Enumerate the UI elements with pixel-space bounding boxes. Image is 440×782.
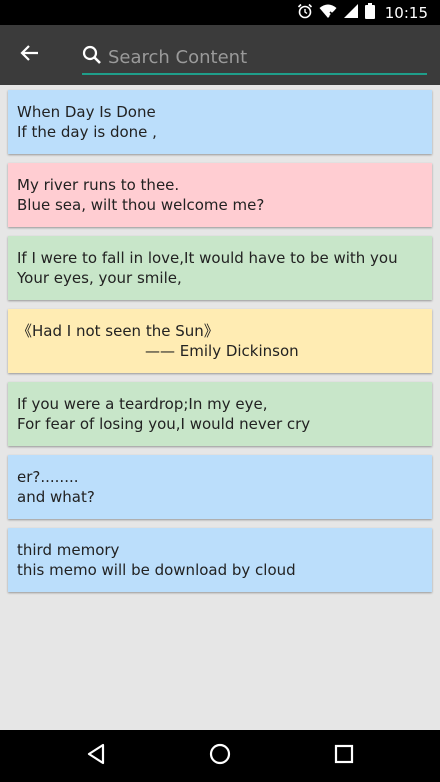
memo-title: If I were to fall in love,It would have … [17,249,398,267]
status-icons: 10:15 [297,0,428,25]
memo-preview: —— Emily Dickinson [145,342,299,360]
memo-card[interactable]: If I were to fall in love,It would have … [8,236,432,300]
battery-icon [364,2,375,23]
alarm-icon [297,3,313,23]
signal-icon [343,3,359,23]
memo-title: er?........ [17,468,79,486]
memo-title: 《Had I not seen the Sun》 [17,322,219,340]
home-circle-icon [209,743,231,769]
memo-title: third memory [17,541,120,559]
memo-title: My river runs to thee. [17,176,180,194]
arrow-left-icon [20,43,40,67]
memo-preview: Your eyes, your smile, [17,269,182,287]
back-triangle-icon [86,743,106,769]
memo-card[interactable]: When Day Is Done If the day is done , [8,90,432,154]
navigation-bar [0,730,440,782]
memo-preview: Blue sea, wilt thou welcome me? [17,196,265,214]
recents-square-icon [334,744,354,768]
memo-preview: For fear of losing you,I would never cry [17,415,311,433]
status-time: 10:15 [384,3,428,22]
search-bar [82,41,427,75]
memo-list: When Day Is Done If the day is done , My… [8,90,432,601]
memo-card[interactable]: If you were a teardrop;In my eye, For fe… [8,382,432,446]
wifi-icon [319,3,337,23]
nav-recents-button[interactable] [328,740,360,772]
memo-card[interactable]: er?........ and what? [8,455,432,519]
memo-preview: and what? [17,488,95,506]
memo-preview: If the day is done , [17,123,157,141]
app-bar [0,25,440,85]
memo-preview: this memo will be download by cloud [17,561,296,579]
nav-back-button[interactable] [80,740,112,772]
status-bar: 10:15 [0,0,440,25]
memo-card[interactable]: 《Had I not seen the Sun》 —— Emily Dickin… [8,309,432,373]
search-icon [82,45,102,69]
search-input[interactable] [106,41,425,73]
memo-title: When Day Is Done [17,103,156,121]
nav-home-button[interactable] [204,740,236,772]
memo-card[interactable]: third memory this memo will be download … [8,528,432,592]
back-button[interactable] [14,39,46,71]
memo-title: If you were a teardrop;In my eye, [17,395,268,413]
memo-card[interactable]: My river runs to thee. Blue sea, wilt th… [8,163,432,227]
